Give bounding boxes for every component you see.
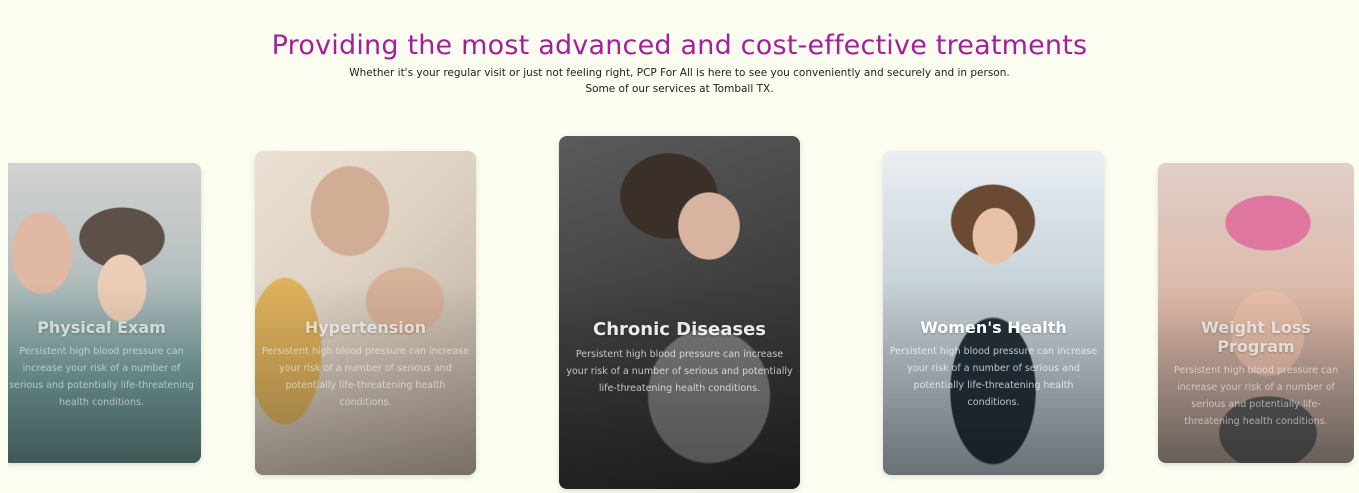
service-card-title: Chronic Diseases	[592, 319, 766, 340]
service-card-hypertension[interactable]: Hypertension Persistent high blood press…	[255, 151, 476, 475]
service-card-description: Persistent high blood pressure can incre…	[889, 346, 1098, 408]
services-carousel[interactable]: Physical Exam Persistent high blood pres…	[8, 0, 1354, 493]
service-card-title: Weight Loss Program	[1201, 318, 1311, 356]
service-card-womens-health[interactable]: Women's Health Persistent high blood pre…	[883, 151, 1104, 475]
service-card-description: Persistent high blood pressure can incre…	[9, 346, 194, 408]
service-card-title: Women's Health	[920, 318, 1067, 337]
service-card-chronic-diseases[interactable]: Chronic Diseases Persistent high blood p…	[559, 136, 800, 489]
service-card-weight-loss[interactable]: Weight Loss Program Persistent high bloo…	[1158, 163, 1354, 463]
service-card-description: Persistent high blood pressure can incre…	[1173, 365, 1339, 427]
service-card-title: Hypertension	[304, 318, 427, 337]
service-card-physical-exam[interactable]: Physical Exam Persistent high blood pres…	[8, 163, 201, 463]
service-card-description: Persistent high blood pressure can incre…	[566, 349, 793, 394]
service-card-description: Persistent high blood pressure can incre…	[261, 346, 470, 408]
service-card-title: Physical Exam	[37, 318, 166, 337]
